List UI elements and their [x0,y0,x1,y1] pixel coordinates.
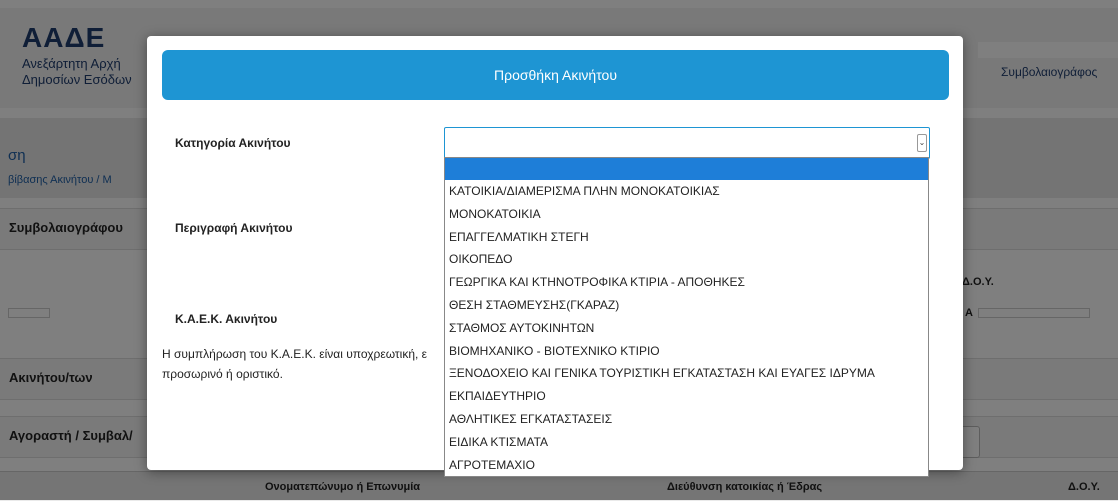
category-option[interactable]: ΕΙΔΙΚΑ ΚΤΙΣΜΑΤΑ [445,431,928,454]
category-option[interactable]: ΜΟΝΟΚΑΤΟΙΚΙΑ [445,203,928,226]
category-options-list: ΚΑΤΟΙΚΙΑ/ΔΙΑΜΕΡΙΣΜΑ ΠΛΗΝ ΜΟΝΟΚΑΤΟΙΚΙΑΣ ΜΟ… [444,157,929,477]
category-option[interactable]: ΑΓΡΟΤΕΜΑΧΙΟ [445,454,928,477]
category-select[interactable]: ⌄ [444,127,930,159]
category-option[interactable]: ΣΤΑΘΜΟΣ ΑΥΤΟΚΙΝΗΤΩΝ [445,317,928,340]
chevron-down-icon[interactable]: ⌄ [917,134,927,152]
category-option[interactable]: ΕΚΠΑΙΔΕΥΤΗΡΙΟ [445,385,928,408]
modal-title: Προσθήκη Ακινήτου [494,67,617,83]
kaek-note-line1: Η συμπλήρωση του Κ.Α.Ε.Κ. είναι υποχρεωτ… [162,347,428,361]
category-option[interactable]: ΟΙΚΟΠΕΔΟ [445,248,928,271]
modal-header: Προσθήκη Ακινήτου [162,50,949,100]
kaek-label: Κ.Α.Ε.Κ. Ακινήτου [175,312,278,326]
description-label: Περιγραφή Ακινήτου [175,221,293,235]
category-option[interactable]: ΓΕΩΡΓΙΚΑ ΚΑΙ ΚΤΗΝΟΤΡΟΦΙΚΑ ΚΤΙΡΙΑ - ΑΠΟΘΗ… [445,271,928,294]
category-option[interactable]: ΑΘΛΗΤΙΚΕΣ ΕΓΚΑΤΑΣΤΑΣΕΙΣ [445,408,928,431]
option-empty-selected[interactable] [445,158,928,180]
category-option[interactable]: ΚΑΤΟΙΚΙΑ/ΔΙΑΜΕΡΙΣΜΑ ΠΛΗΝ ΜΟΝΟΚΑΤΟΙΚΙΑΣ [445,180,928,203]
category-label: Κατηγορία Ακινήτου [175,136,291,150]
category-option[interactable]: ΕΠΑΓΓΕΛΜΑΤΙΚΗ ΣΤΕΓΗ [445,226,928,249]
category-option[interactable]: ΘΕΣΗ ΣΤΑΘΜΕΥΣΗΣ(ΓΚΑΡΑΖ) [445,294,928,317]
kaek-note-line2: προσωρινό ή οριστικό. [162,367,283,381]
category-option[interactable]: ΞΕΝΟΔΟΧΕΙΟ ΚΑΙ ΓΕΝΙΚΑ ΤΟΥΡΙΣΤΙΚΗ ΕΓΚΑΤΑΣ… [445,362,928,385]
category-option[interactable]: ΒΙΟΜΗΧΑΝΙΚΟ - ΒΙΟΤΕΧΝΙΚΟ ΚΤΙΡΙΟ [445,340,928,363]
